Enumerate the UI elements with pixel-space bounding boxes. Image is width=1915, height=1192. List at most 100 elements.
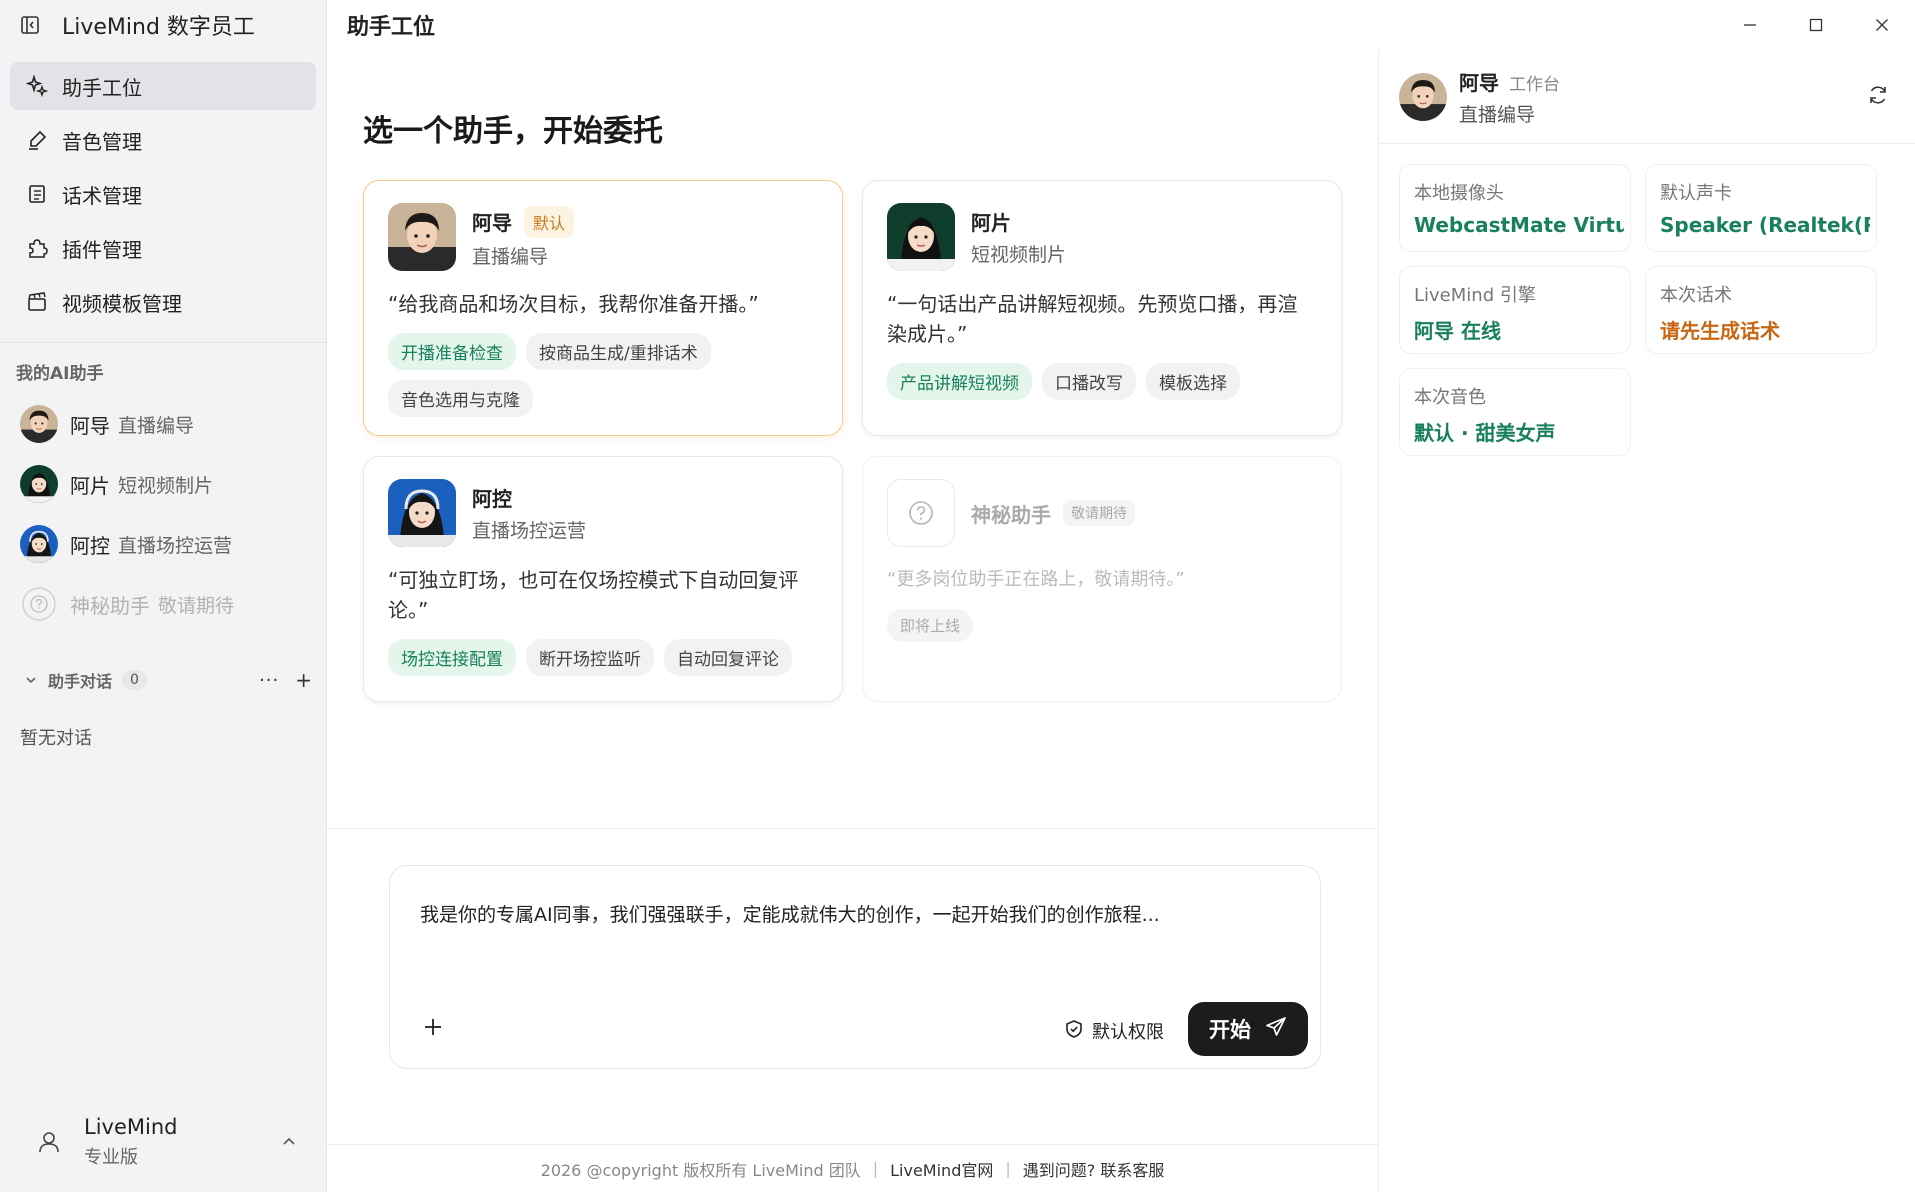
card-header: 神秘助手 敬请期待	[887, 479, 1317, 547]
status-card-script[interactable]: 本次话术 请先生成话术	[1645, 266, 1877, 354]
nav-label: 助手工位	[62, 75, 142, 100]
user-plan: 专业版	[84, 1147, 138, 1168]
start-button[interactable]: 开始	[1188, 1002, 1308, 1056]
status-value: Speaker (Realtek(R...	[1660, 213, 1870, 237]
default-badge: 默认	[524, 205, 575, 238]
nav-item-voice[interactable]: 音色管理	[10, 116, 316, 164]
close-button[interactable]	[1849, 0, 1915, 50]
agent-item-apian[interactable]: 阿片 短视频制片	[10, 454, 316, 514]
agent-name: 神秘助手	[70, 593, 150, 618]
agent-card-adao[interactable]: 阿导 默认 直播编导 “给我商品和场次目标，我帮你准备开播。” 开播准备检查 按…	[363, 180, 843, 436]
conversation-header: 助手对话 0 ··· +	[0, 634, 326, 692]
conversation-count-badge: 0	[122, 670, 147, 690]
card-name: 阿控	[472, 487, 512, 511]
status-label: 默认声卡	[1660, 183, 1732, 204]
status-value: 阿导 在线	[1414, 319, 1501, 343]
add-attachment-button[interactable]	[420, 1014, 446, 1040]
app-title: LiveMind 数字员工	[62, 15, 255, 40]
status-value: 请先生成话术	[1660, 319, 1780, 343]
agent-item-mystery: 神秘助手 敬请期待	[10, 574, 316, 634]
user-profile[interactable]: LiveMind 专业版	[0, 1092, 327, 1192]
tag[interactable]: 自动回复评论	[664, 639, 792, 676]
coming-soon-badge: 敬请期待	[1063, 500, 1135, 526]
composer-input[interactable]: 我是你的专属AI同事，我们强强联手，定能成就伟大的创作，一起开始我们的创作旅程.…	[389, 865, 1321, 1069]
avatar	[388, 203, 456, 271]
footer: 2026 @copyright 版权所有 LiveMind 团队 | LiveM…	[327, 1144, 1378, 1192]
agent-card-mystery: 神秘助手 敬请期待 “更多岗位助手正在路上，敬请期待。” 即将上线	[862, 456, 1342, 702]
panel-agent-name-row: 阿导 工作台	[1459, 67, 1560, 96]
tag[interactable]: 模板选择	[1146, 363, 1240, 400]
card-name: 阿导	[472, 211, 512, 235]
agent-name: 阿片	[70, 473, 110, 498]
card-role: 直播编导	[472, 245, 549, 268]
nav-item-plugin[interactable]: 插件管理	[10, 224, 316, 272]
conversation-add-button[interactable]: +	[295, 668, 312, 692]
agent-card-akong[interactable]: 阿控 直播场控运营 “可独立盯场，也可在仅场控模式下自动回复评论。” 场控连接配…	[363, 456, 843, 702]
status-card-voice[interactable]: 本次音色 默认 · 甜美女声	[1399, 368, 1631, 456]
tag[interactable]: 产品讲解短视频	[887, 363, 1032, 400]
maximize-button[interactable]	[1783, 0, 1849, 50]
agent-role: 直播编导	[118, 414, 195, 437]
main-nav: 助手工位 音色管理 话术管理 插件管理 视频模板管理	[0, 50, 326, 326]
agent-card-apian[interactable]: 阿片 短视频制片 “一句话出产品讲解短视频。先预览口播，再渲染成片。” 产品讲解…	[862, 180, 1342, 436]
card-name-row: 阿导 默认	[472, 205, 575, 238]
start-label: 开始	[1209, 1018, 1251, 1042]
avatar	[388, 479, 456, 547]
refresh-icon[interactable]	[1867, 84, 1889, 110]
section-heading: 选一个助手，开始委托	[363, 114, 663, 149]
agent-list: 阿导 直播编导 阿片 短视频制片 阿控 直播场控运营 神秘助手 敬请期待	[0, 384, 326, 634]
tag[interactable]: 按商品生成/重排话术	[526, 333, 711, 370]
chevron-down-icon[interactable]	[24, 672, 40, 688]
card-quote: “一句话出产品讲解短视频。先预览口播，再渲染成片。”	[887, 292, 1298, 346]
composer-area: 我是你的专属AI同事，我们强强联手，定能成就伟大的创作，一起开始我们的创作旅程.…	[327, 828, 1378, 1192]
agent-name: 阿导	[70, 413, 110, 438]
chevron-up-icon[interactable]	[281, 1134, 297, 1154]
card-header: 阿控 直播场控运营	[388, 479, 818, 547]
card-info: 阿控 直播场控运营	[472, 483, 586, 543]
agent-item-adao[interactable]: 阿导 直播编导	[10, 394, 316, 454]
status-value: WebcastMate Virtu...	[1414, 213, 1624, 237]
brush-icon	[24, 127, 50, 153]
support-link[interactable]: 遇到问题? 联系客服	[1023, 1157, 1165, 1181]
tag[interactable]: 音色选用与克隆	[388, 380, 533, 417]
nav-item-workstation[interactable]: 助手工位	[10, 62, 316, 110]
nav-label: 视频模板管理	[62, 291, 182, 316]
panel-agent-info: 阿导 工作台 直播编导	[1459, 67, 1560, 127]
send-icon	[1265, 1016, 1287, 1042]
card-tags: 产品讲解短视频 口播改写 模板选择	[887, 363, 1317, 410]
conversation-title: 助手对话	[48, 672, 113, 691]
card-quote: “可独立盯场，也可在仅场控模式下自动回复评论。”	[388, 568, 799, 622]
sidebar-toggle-icon[interactable]	[18, 13, 42, 37]
status-card-engine[interactable]: LiveMind 引擎 阿导 在线	[1399, 266, 1631, 354]
question-icon	[20, 585, 58, 623]
card-info: 阿片 短视频制片	[971, 207, 1066, 267]
nav-item-script[interactable]: 话术管理	[10, 170, 316, 218]
card-tags: 即将上线	[887, 609, 1317, 652]
card-tags: 场控连接配置 断开场控监听 自动回复评论	[388, 639, 818, 686]
status-card-camera[interactable]: 本地摄像头 WebcastMate Virtu...	[1399, 164, 1631, 252]
nav-label: 音色管理	[62, 129, 142, 154]
nav-item-video-template[interactable]: 视频模板管理	[10, 278, 316, 326]
official-site-link[interactable]: LiveMind官网	[890, 1157, 993, 1181]
tag[interactable]: 口播改写	[1042, 363, 1136, 400]
agent-item-akong[interactable]: 阿控 直播场控运营	[10, 514, 316, 574]
status-card-soundcard[interactable]: 默认声卡 Speaker (Realtek(R...	[1645, 164, 1877, 252]
permission-button[interactable]: 默认权限	[1064, 1018, 1164, 1044]
my-agents-title: 我的AI助手	[16, 364, 104, 384]
composer-text[interactable]: 我是你的专属AI同事，我们强强联手，定能成就伟大的创作，一起开始我们的创作旅程.…	[420, 900, 1280, 927]
sparkle-icon	[24, 73, 50, 99]
copyright-text: 2026 @copyright 版权所有 LiveMind 团队	[540, 1160, 861, 1180]
user-info: LiveMind 专业版	[84, 1115, 177, 1169]
tag[interactable]: 开播准备检查	[388, 333, 516, 370]
status-label: 本地摄像头	[1414, 183, 1504, 204]
card-role: 短视频制片	[971, 244, 1067, 266]
panel-header: 阿导 工作台 直播编导	[1379, 50, 1915, 144]
tag[interactable]: 断开场控监听	[526, 639, 654, 676]
card-name: 神秘助手	[971, 502, 1051, 527]
sidebar-header: LiveMind 数字员工	[0, 0, 326, 50]
minimize-button[interactable]	[1717, 0, 1783, 50]
conversation-more-button[interactable]: ···	[259, 670, 279, 691]
tag[interactable]: 场控连接配置	[388, 639, 516, 676]
agent-role: 短视频制片	[118, 474, 214, 497]
panel-subtitle: 工作台	[1509, 74, 1560, 95]
